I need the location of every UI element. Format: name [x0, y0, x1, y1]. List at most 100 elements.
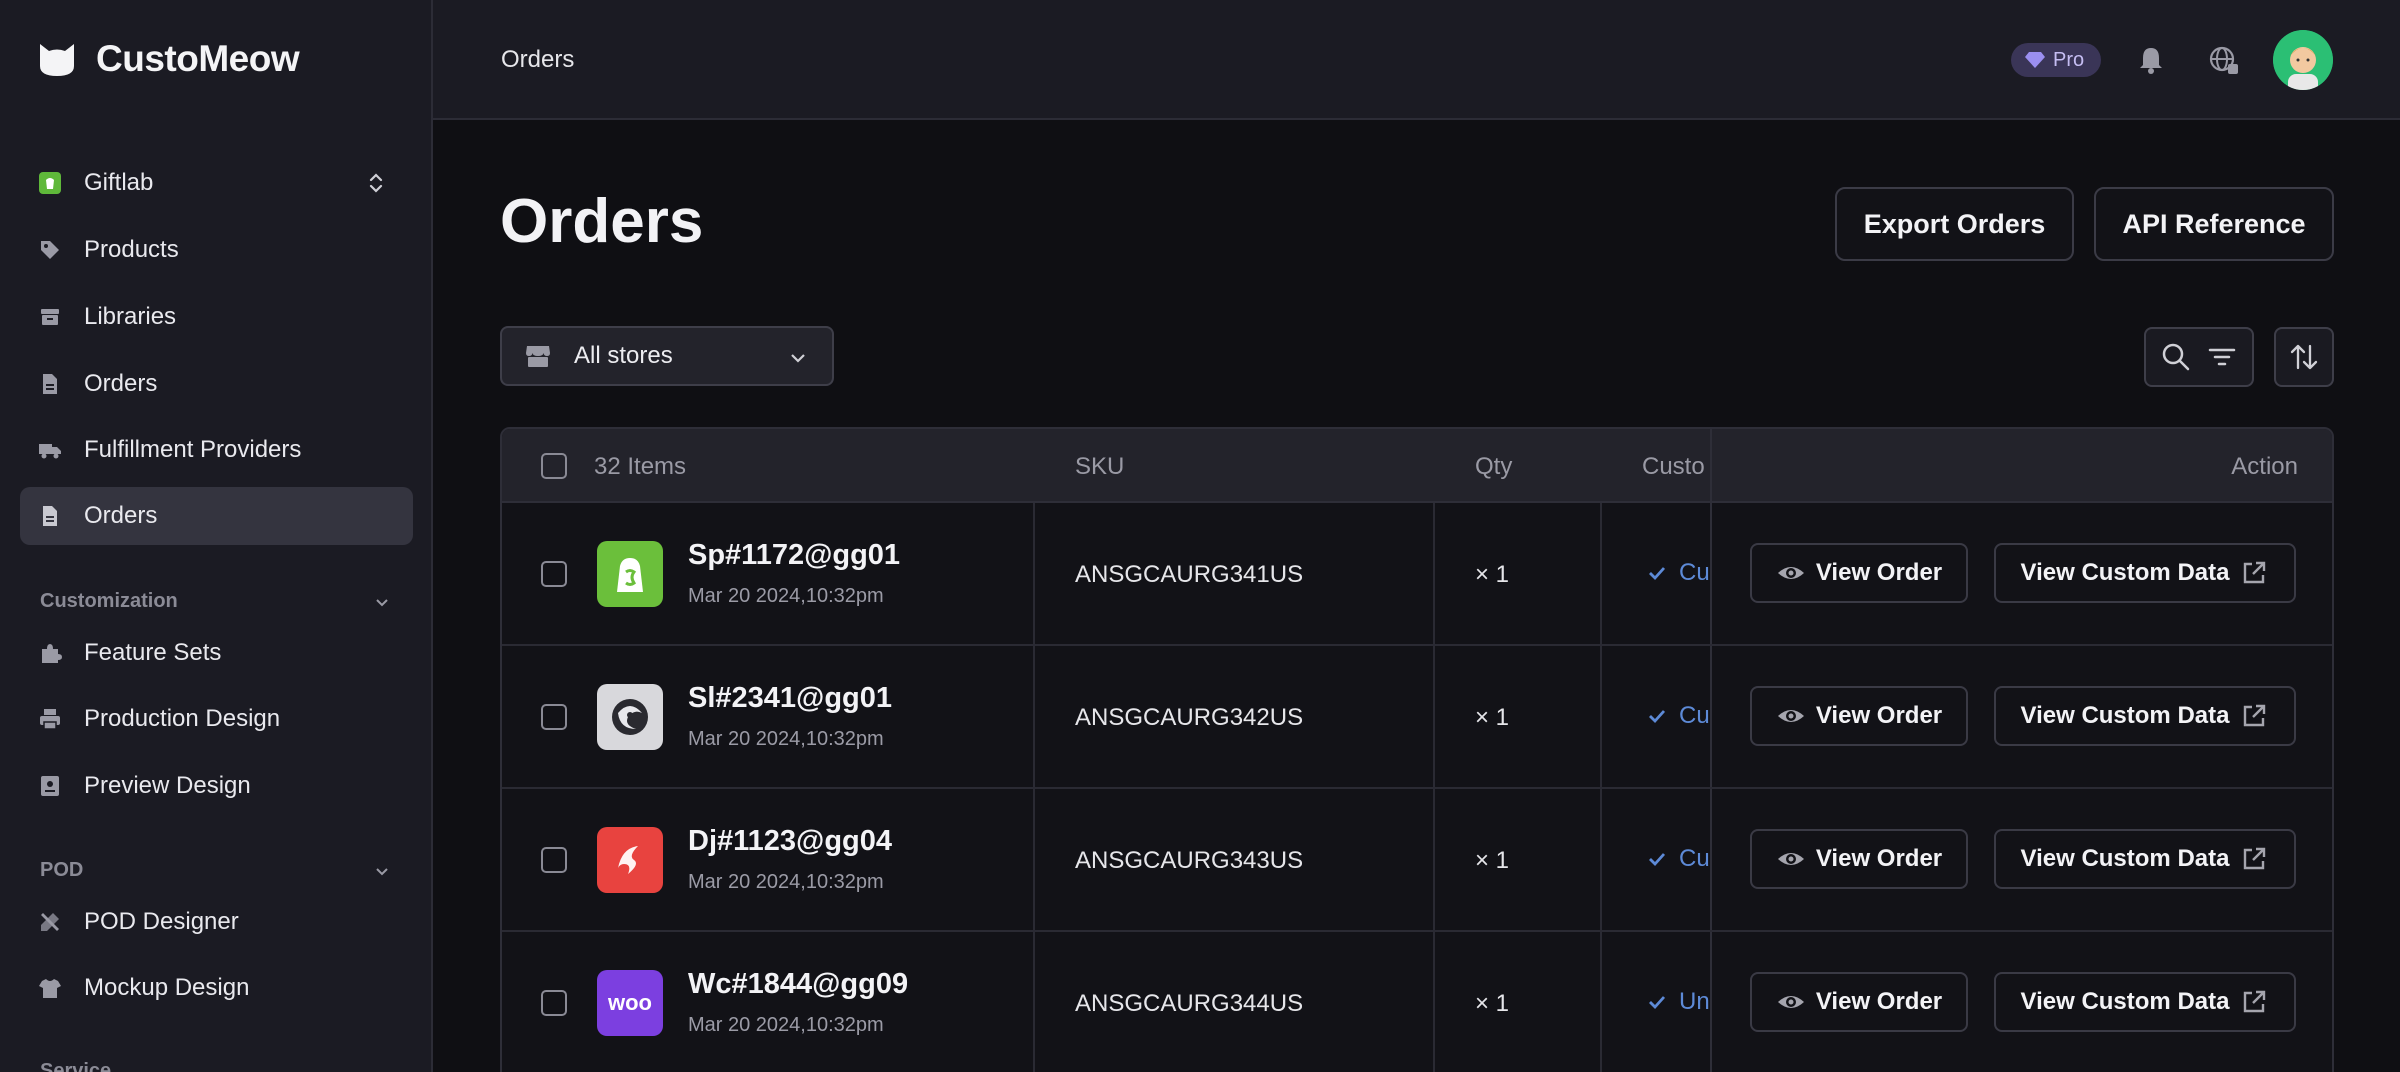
row-checkbox[interactable]	[541, 990, 567, 1016]
sidebar-item-feature-sets[interactable]: Feature Sets	[20, 624, 413, 682]
view-custom-data-button[interactable]: View Custom Data	[1994, 972, 2296, 1032]
orders-table: 32 Items SKU Qty Custo Action Sp#1172@gg…	[500, 427, 2334, 1072]
section-pod[interactable]: POD	[40, 859, 392, 882]
api-reference-button[interactable]: API Reference	[2094, 187, 2334, 261]
sidebar-item-label: Orders	[84, 502, 158, 529]
view-order-button[interactable]: View Order	[1750, 686, 1968, 746]
qty: × 1	[1475, 704, 1510, 731]
sidebar-item-fulfillment-providers[interactable]: Fulfillment Providers	[20, 421, 413, 479]
brand-name: CustoMeow	[96, 38, 300, 79]
sidebar-item-label: Products	[84, 236, 179, 263]
order-date: Mar 20 2024,10:32pm	[688, 871, 884, 893]
row-checkbox[interactable]	[541, 561, 567, 587]
shopify-store-icon	[38, 171, 62, 195]
column-qty[interactable]: Qty	[1475, 453, 1512, 481]
external-link-icon	[2244, 847, 2266, 870]
sidebar-item-label: Feature Sets	[84, 639, 222, 666]
sku: ANSGCAURG341US	[1075, 561, 1304, 588]
brand[interactable]: CustoMeow	[36, 38, 300, 80]
search-icon[interactable]	[2160, 341, 2192, 373]
table-row[interactable]: woo Wc#1844@gg09 Mar 20 2024,10:32pm ANS…	[502, 932, 2332, 1072]
action-header-pane: Action	[1710, 429, 2332, 501]
store-switcher[interactable]: Giftlab	[20, 154, 413, 212]
printer-icon	[38, 707, 62, 731]
order-id[interactable]: Sl#2341@gg01	[688, 682, 892, 715]
external-link-icon	[2244, 704, 2266, 727]
sidebar-item-products[interactable]: Products	[20, 221, 413, 279]
shopify-logo-icon	[597, 541, 663, 607]
section-title: Service	[40, 1060, 112, 1072]
section-service[interactable]: Service	[40, 1060, 392, 1072]
sidebar-item-label: Libraries	[84, 303, 177, 330]
store-filter-select[interactable]: All stores	[500, 326, 834, 386]
bell-icon[interactable]	[2135, 44, 2167, 76]
chevron-down-icon	[376, 867, 388, 875]
diamond-icon	[2025, 52, 2045, 68]
row-actions: View Order View Custom Data	[1710, 503, 2332, 644]
custom-status: Cu	[1647, 845, 1710, 873]
view-order-button[interactable]: View Order	[1750, 972, 1968, 1032]
qty: × 1	[1475, 990, 1510, 1017]
column-divider	[1600, 932, 1602, 1072]
tag-icon	[38, 238, 62, 262]
chevron-updown-icon	[369, 173, 383, 193]
sidebar-item-mockup-design[interactable]: Mockup Design	[20, 959, 413, 1017]
order-id[interactable]: Dj#1123@gg04	[688, 825, 892, 858]
order-date: Mar 20 2024,10:32pm	[688, 585, 884, 607]
sidebar-item-production-design[interactable]: Production Design	[20, 690, 413, 748]
table-row[interactable]: Sp#1172@gg01 Mar 20 2024,10:32pm ANSGCAU…	[502, 503, 2332, 646]
custom-status: Cu	[1647, 702, 1710, 730]
sidebar-item-libraries[interactable]: Libraries	[20, 288, 413, 346]
avatar[interactable]	[2273, 30, 2333, 90]
sku: ANSGCAURG342US	[1075, 704, 1304, 731]
view-order-button[interactable]: View Order	[1750, 829, 1968, 889]
sku: ANSGCAURG344US	[1075, 990, 1304, 1017]
globe-icon[interactable]	[2208, 44, 2240, 76]
custom-status-text: Cu	[1679, 702, 1710, 729]
column-sku[interactable]: SKU	[1075, 453, 1124, 481]
sort-button[interactable]	[2274, 327, 2334, 387]
item-count: 32 Items	[594, 453, 687, 480]
select-all-checkbox[interactable]	[541, 453, 567, 479]
order-id[interactable]: Wc#1844@gg09	[688, 968, 908, 1001]
column-divider	[1433, 789, 1435, 932]
order-id[interactable]: Sp#1172@gg01	[688, 539, 900, 572]
check-icon	[1649, 710, 1666, 724]
custom-status-text: Un	[1679, 988, 1710, 1015]
table-row[interactable]: Sl#2341@gg01 Mar 20 2024,10:32pm ANSGCAU…	[502, 646, 2332, 789]
filter-icon[interactable]	[2206, 341, 2238, 373]
row-checkbox[interactable]	[541, 847, 567, 873]
cat-logo-icon	[40, 44, 74, 76]
external-link-icon	[2244, 990, 2266, 1013]
sidebar-item-preview-design[interactable]: Preview Design	[20, 757, 413, 815]
sidebar-item-label: Production Design	[84, 705, 281, 732]
column-custom[interactable]: Custo	[1642, 453, 1705, 481]
view-custom-data-button[interactable]: View Custom Data	[1994, 686, 2296, 746]
sidebar-item-orders[interactable]: Orders	[20, 355, 413, 413]
view-order-button[interactable]: View Order	[1750, 543, 1968, 603]
search-filter-group	[2144, 327, 2254, 387]
column-divider	[1033, 932, 1035, 1072]
view-custom-data-button[interactable]: View Custom Data	[1994, 829, 2296, 889]
row-checkbox[interactable]	[541, 704, 567, 730]
eye-icon	[1777, 853, 1804, 865]
view-custom-data-button[interactable]: View Custom Data	[1994, 543, 2296, 603]
view-custom-label: View Custom Data	[2020, 988, 2230, 1015]
section-customization[interactable]: Customization	[40, 590, 392, 613]
sidebar-item-orders-active[interactable]: Orders	[20, 487, 413, 545]
breadcrumb[interactable]: Orders	[501, 46, 574, 74]
column-divider	[1033, 789, 1035, 932]
sidebar-item-pod-designer[interactable]: POD Designer	[20, 893, 413, 951]
sidebar-item-label: Orders	[84, 370, 158, 397]
pro-badge[interactable]: Pro	[2011, 43, 2101, 77]
order-date: Mar 20 2024,10:32pm	[688, 728, 884, 750]
store-filter-value: All stores	[574, 342, 673, 369]
view-order-label: View Order	[1815, 845, 1943, 872]
eye-icon	[1777, 996, 1804, 1008]
store-switcher-label: Giftlab	[84, 169, 154, 196]
export-orders-button[interactable]: Export Orders	[1835, 187, 2074, 261]
table-row[interactable]: Dj#1123@gg04 Mar 20 2024,10:32pm ANSGCAU…	[502, 789, 2332, 932]
sidebar: CustoMeow Giftlab Products Libraries Ord…	[0, 0, 433, 1072]
table-header: 32 Items SKU Qty Custo Action	[502, 429, 2332, 503]
column-divider	[1600, 789, 1602, 932]
